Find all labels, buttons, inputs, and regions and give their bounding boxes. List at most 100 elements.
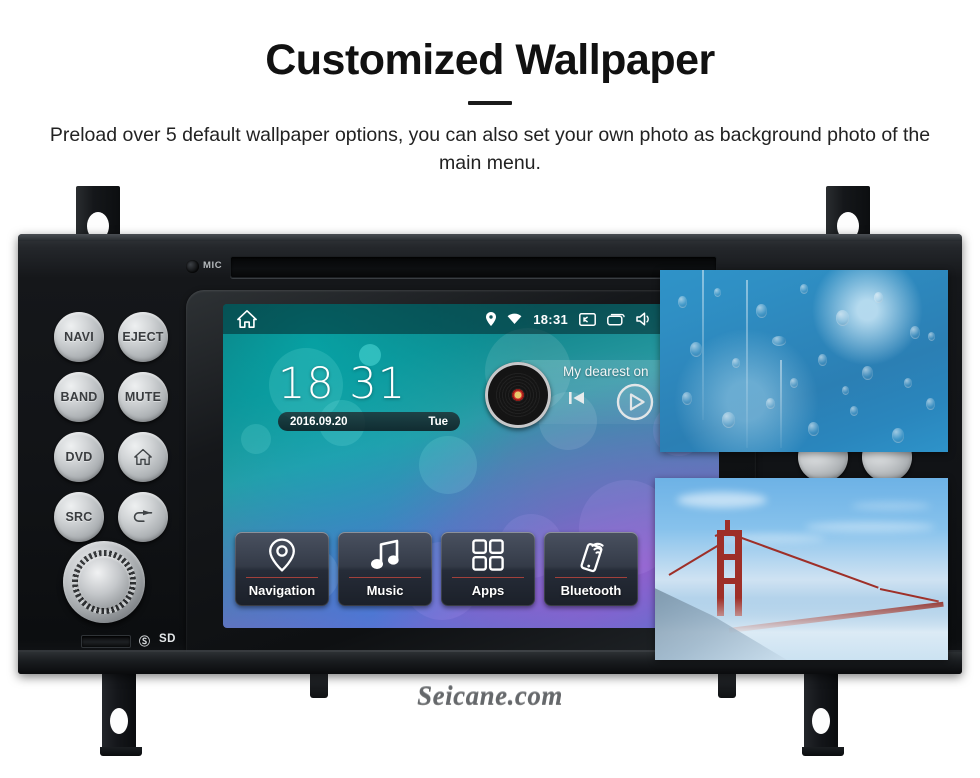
button-mute[interactable]: MUTE (118, 372, 168, 422)
home-icon (133, 448, 153, 466)
recent-apps-icon[interactable] (607, 313, 625, 326)
button-src[interactable]: SRC (54, 492, 104, 542)
clock-widget[interactable]: 18 31 2016.09.20 Tue (278, 362, 488, 431)
cloud (805, 522, 935, 532)
rain-streak (702, 270, 704, 420)
screenshot-icon[interactable] (579, 312, 596, 326)
phone-link-icon (575, 532, 607, 577)
tile-label: Navigation (248, 583, 316, 598)
wallpaper-thumbnail-bridge[interactable] (655, 478, 948, 660)
volume-knob[interactable] (63, 541, 145, 623)
cloud (851, 502, 931, 510)
rain-drop (862, 366, 873, 380)
mic-label: MIC (203, 260, 223, 271)
touchscreen-display[interactable]: 18:31 18 31 2016.09.20 Tue My dearest on… (223, 304, 719, 628)
rain-drop (904, 378, 912, 388)
rain-drop (772, 336, 786, 346)
tile-divider (349, 577, 421, 578)
back-icon (132, 509, 154, 525)
bracket-hole (110, 708, 128, 734)
rain-drop (790, 378, 798, 388)
rain-drop (690, 342, 702, 357)
home-icon[interactable] (236, 309, 258, 329)
page-title: Customized Wallpaper (265, 36, 715, 84)
rain-drop (808, 422, 819, 436)
clock-time: 18 31 (278, 359, 407, 409)
rain-drop (818, 354, 827, 366)
rain-drop (928, 332, 935, 341)
mounting-bracket-bottom-right (802, 672, 844, 756)
clock-date-bar: 2016.09.20 Tue (278, 412, 460, 431)
bracket-hole (812, 708, 830, 734)
rain-drop (892, 428, 904, 443)
bokeh-circle (419, 436, 477, 494)
sd-logo-icon: Ⓢ (139, 636, 150, 648)
bridge-tower-crossbar (717, 578, 742, 584)
bracket-foot (802, 747, 844, 756)
button-band[interactable]: BAND (54, 372, 104, 422)
previous-track-button[interactable] (567, 388, 587, 413)
sd-card-slot[interactable] (81, 635, 131, 648)
rain-drop (722, 412, 735, 428)
location-pin-icon[interactable] (486, 312, 497, 326)
tile-divider (452, 577, 524, 578)
play-button[interactable] (615, 382, 655, 422)
watermark: Seicane.com (417, 680, 563, 710)
location-pin-icon (267, 532, 297, 577)
rain-drop (850, 406, 858, 416)
rain-drop (678, 296, 687, 308)
tile-navigation[interactable]: Navigation (235, 532, 329, 606)
sd-label: SD (159, 633, 176, 645)
cloud (677, 492, 767, 508)
mounting-bracket-bottom-left (100, 672, 142, 756)
chassis-top-edge (18, 234, 962, 241)
bridge-tower-top (725, 520, 730, 532)
status-bar-clock: 18:31 (533, 311, 568, 327)
rain-drop (874, 292, 883, 303)
status-bar: 18:31 (223, 304, 719, 334)
page-subtitle: Preload over 5 default wallpaper options… (49, 124, 931, 174)
button-eject[interactable]: EJECT (118, 312, 168, 362)
rain-streak (780, 360, 782, 448)
button-home[interactable] (118, 432, 168, 482)
bridge-tower-crossbar (717, 554, 742, 560)
music-note-icon (369, 532, 401, 577)
rain-drop (756, 304, 767, 318)
clock-date: 2016.09.20 (290, 415, 348, 428)
bokeh-circle (241, 424, 271, 454)
volume-icon[interactable] (636, 312, 652, 326)
app-tile-row: Navigation Music Apps Bluetooth (235, 532, 638, 606)
mounting-tab-right (718, 672, 736, 698)
rain-drop (836, 310, 849, 326)
bridge-cable (668, 543, 721, 576)
tile-divider (246, 577, 318, 578)
rain-drop (714, 288, 721, 297)
button-dvd[interactable]: DVD (54, 432, 104, 482)
rain-drop (682, 392, 692, 405)
microphone-icon (186, 260, 199, 273)
vinyl-record-icon (485, 362, 551, 428)
wifi-icon[interactable] (507, 313, 522, 325)
tile-label: Bluetooth (560, 583, 622, 598)
grid-apps-icon (472, 532, 504, 577)
rain-drop (926, 398, 935, 410)
rain-drop (910, 326, 920, 339)
rain-streak (746, 280, 748, 448)
tile-divider (555, 577, 627, 578)
clock-weekday: Tue (428, 415, 448, 428)
rain-drop (732, 358, 740, 368)
disc-slot[interactable] (230, 256, 717, 278)
rain-drop (766, 398, 775, 409)
button-navi[interactable]: NAVI (54, 312, 104, 362)
tile-label: Music (366, 583, 404, 598)
tile-label: Apps (471, 583, 505, 598)
wallpaper-thumbnail-rain[interactable] (660, 270, 948, 452)
page-header: Customized Wallpaper Preload over 5 defa… (0, 0, 980, 180)
title-divider (468, 101, 512, 105)
bracket-foot (100, 747, 142, 756)
tile-apps[interactable]: Apps (441, 532, 535, 606)
tile-music[interactable]: Music (338, 532, 432, 606)
button-back[interactable] (118, 492, 168, 542)
tile-bluetooth[interactable]: Bluetooth (544, 532, 638, 606)
mounting-tab-left (310, 672, 328, 698)
